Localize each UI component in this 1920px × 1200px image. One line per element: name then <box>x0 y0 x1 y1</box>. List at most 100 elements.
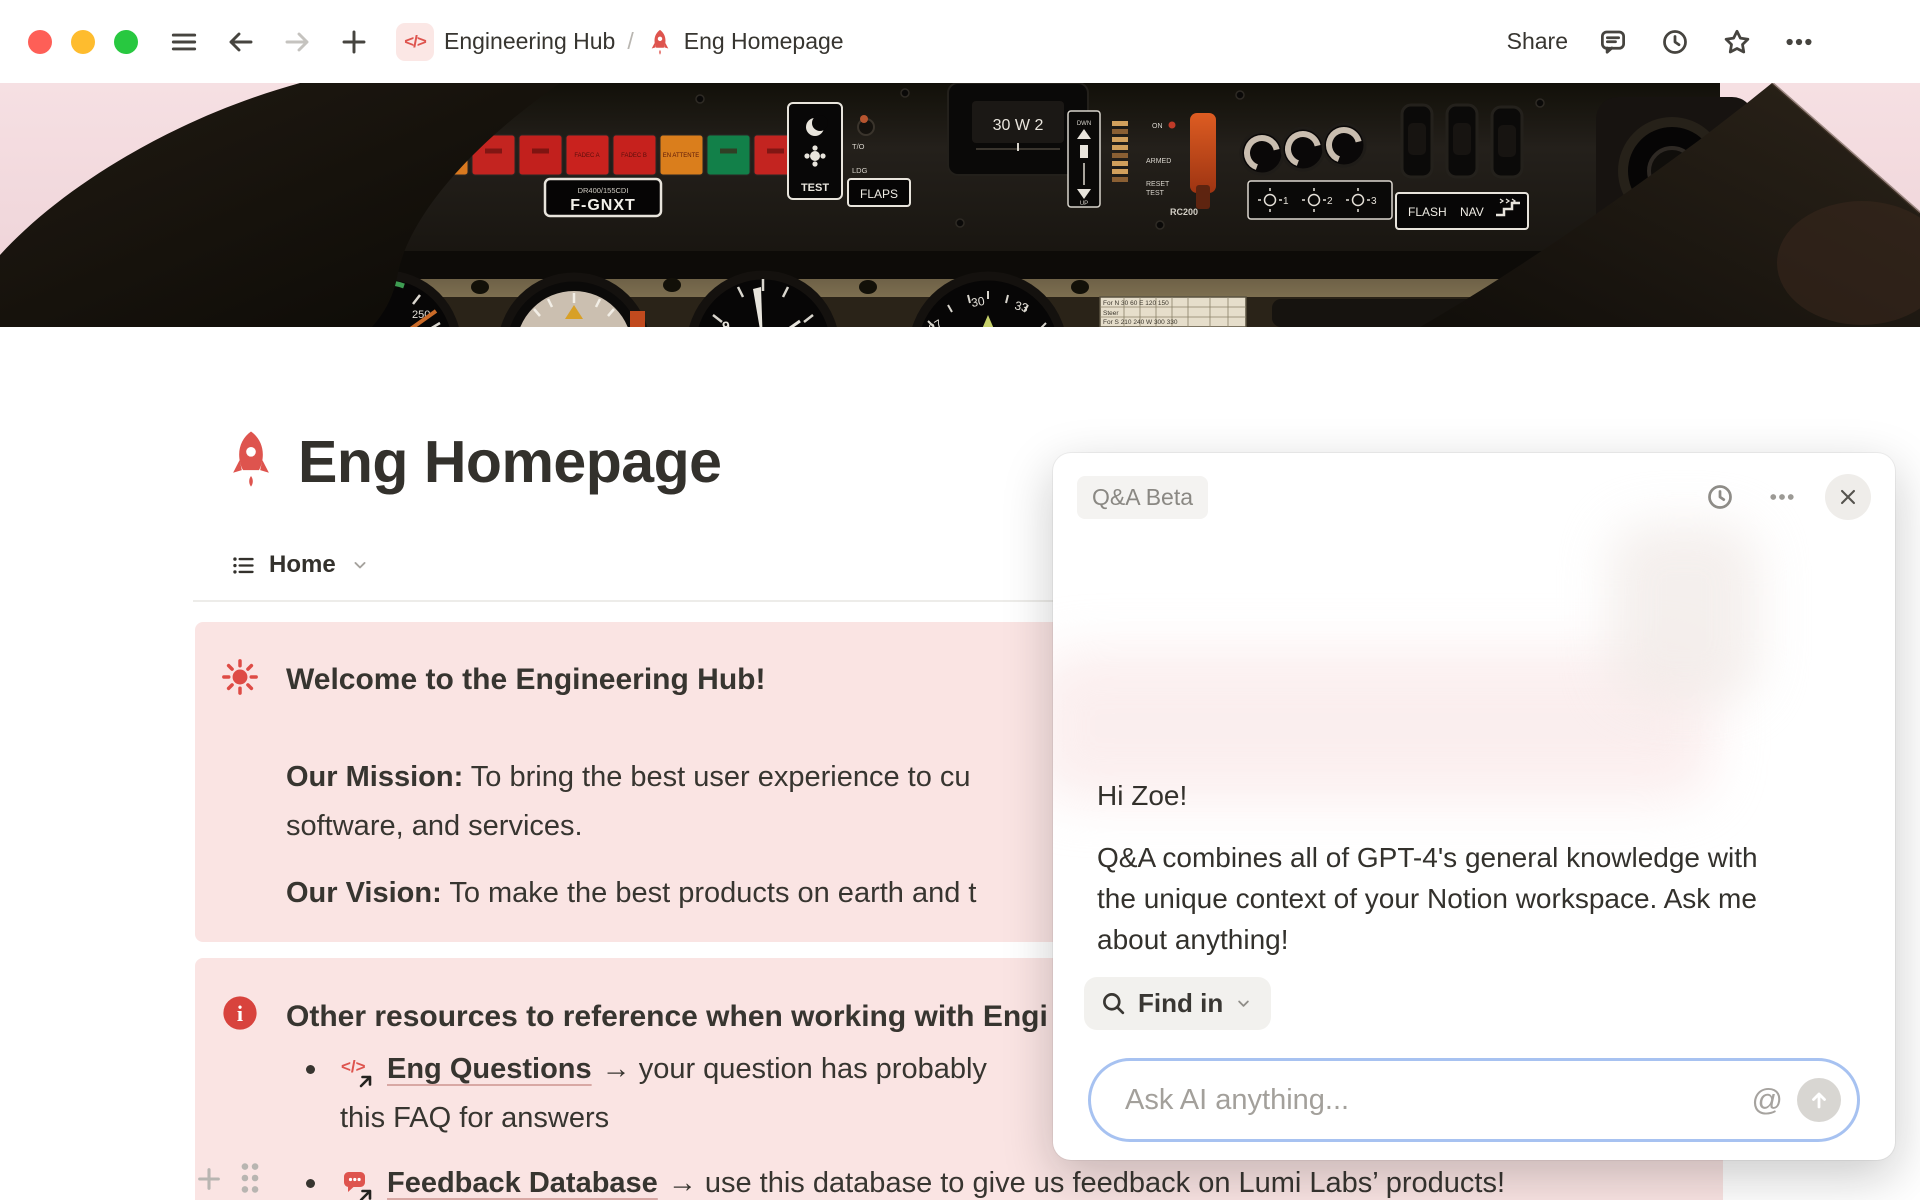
arrow-up-icon <box>1807 1088 1831 1112</box>
find-in-button[interactable]: Find in <box>1084 977 1271 1030</box>
test-panel: TEST <box>788 103 842 199</box>
vision-label: Our Vision: <box>286 877 442 909</box>
qa-more-button[interactable] <box>1763 478 1801 516</box>
back-button[interactable] <box>221 22 261 62</box>
page-rocket-icon[interactable] <box>222 427 280 493</box>
drag-block-handle[interactable] <box>237 1159 263 1197</box>
mention-button[interactable]: @ <box>1752 1082 1783 1118</box>
svg-text:FADEC A: FADEC A <box>574 153 599 159</box>
breadcrumb-parent[interactable]: Engineering Hub <box>444 28 615 55</box>
sun-icon <box>221 658 259 696</box>
more-options-button[interactable] <box>1782 25 1816 59</box>
topbar: </> Engineering Hub / Eng Homepage Share <box>0 0 1920 83</box>
svg-text:9: 9 <box>722 318 730 327</box>
feedback-database-link[interactable]: Feedback Database <box>387 1159 658 1200</box>
svg-text:1: 1 <box>1283 196 1289 207</box>
ask-ai-input[interactable] <box>1125 1084 1752 1117</box>
window-controls <box>28 30 138 54</box>
bullet2-text: → use this database to give us feedback … <box>668 1159 1505 1200</box>
svg-text:For S 210 240 W 300 330: For S 210 240 W 300 330 <box>1103 319 1178 326</box>
topbar-actions: Share <box>1507 25 1816 59</box>
new-tab-button[interactable] <box>334 22 374 62</box>
add-block-button[interactable] <box>193 1163 225 1195</box>
minimize-window-button[interactable] <box>71 30 95 54</box>
qa-history-button[interactable] <box>1701 478 1739 516</box>
frosted-blur <box>1609 523 1759 703</box>
fullscreen-window-button[interactable] <box>114 30 138 54</box>
qa-close-button[interactable] <box>1825 474 1871 520</box>
svg-text:ON: ON <box>1152 123 1163 130</box>
breadcrumb-separator: / <box>627 28 633 55</box>
page-header: Eng Homepage <box>222 427 721 493</box>
close-icon <box>1837 486 1859 508</box>
svg-text:30 W 2: 30 W 2 <box>993 117 1044 134</box>
search-icon <box>1100 990 1127 1017</box>
flash-nav-plate: FLASH NAV <box>1396 193 1528 229</box>
history-button[interactable] <box>1658 25 1692 59</box>
bullet-dot <box>306 1179 315 1188</box>
svg-text:UP: UP <box>1080 201 1088 207</box>
qa-greeting: Hi Zoe! <box>1097 775 1187 817</box>
find-in-label: Find in <box>1138 988 1223 1019</box>
code-link-icon: </> <box>341 1055 375 1089</box>
svg-text:3: 3 <box>1371 196 1377 207</box>
close-window-button[interactable] <box>28 30 52 54</box>
feedback-link-icon <box>341 1169 375 1200</box>
svg-text:RESET: RESET <box>1146 181 1170 188</box>
svg-text:TEST: TEST <box>1146 190 1165 197</box>
compass-instrument: 30 W 2 <box>948 83 1088 175</box>
mission-text: To bring the best user experience to cu <box>471 761 971 793</box>
ellipsis-icon <box>1767 482 1797 512</box>
share-button[interactable]: Share <box>1507 28 1568 55</box>
list-item: Feedback Database → use this database to… <box>286 1159 1695 1200</box>
view-tab-label: Home <box>269 551 336 579</box>
svg-text:RC200: RC200 <box>1170 207 1198 217</box>
arrow-right-icon <box>281 26 313 58</box>
breadcrumb-current[interactable]: Eng Homepage <box>684 28 844 55</box>
svg-text:For N 30 60 E 120 150: For N 30 60 E 120 150 <box>1103 300 1169 307</box>
bullet1-text: → your question has probably <box>602 1045 987 1094</box>
svg-text:DR400/155CDI: DR400/155CDI <box>578 186 629 195</box>
clock-icon <box>1660 27 1690 57</box>
comment-icon <box>1598 27 1628 57</box>
svg-text:TEST: TEST <box>801 182 829 194</box>
vision-text: To make the best products on earth and t <box>449 877 976 909</box>
svg-text:30: 30 <box>970 294 986 310</box>
svg-text:Steer: Steer <box>1103 310 1119 317</box>
svg-text:2: 2 <box>1327 196 1333 207</box>
forward-button[interactable] <box>277 22 317 62</box>
ask-ai-input-container: @ <box>1088 1058 1860 1142</box>
trim-panel: DWN UP <box>1068 111 1100 207</box>
light-switch-panel: 1 2 3 <box>1248 181 1392 219</box>
clock-icon <box>1705 482 1735 512</box>
svg-text:ARMED: ARMED <box>1146 158 1171 165</box>
send-button[interactable] <box>1797 1078 1841 1122</box>
page-title[interactable]: Eng Homepage <box>298 431 721 493</box>
code-icon[interactable]: </> <box>396 23 434 61</box>
registration-plate: DR400/155CDI F-GNXT <box>545 179 661 216</box>
knobs <box>1241 124 1365 174</box>
eng-questions-link[interactable]: Eng Questions <box>387 1045 592 1094</box>
page-cover-image: 30 W 2 ALERTE CRD FADEC A FADEC B EN ATT… <box>0 83 1920 327</box>
qa-intro-text: Q&A combines all of GPT-4's general know… <box>1097 837 1758 960</box>
arrow-left-icon <box>225 26 257 58</box>
qa-panel-header: Q&A Beta <box>1053 453 1895 541</box>
favorite-button[interactable] <box>1720 25 1754 59</box>
svg-text:</>: </> <box>341 1057 366 1076</box>
svg-text:FLASH: FLASH <box>1408 205 1447 219</box>
svg-text:T/O: T/O <box>852 142 865 151</box>
svg-text:LDG: LDG <box>852 166 868 175</box>
cockpit-photo: 30 W 2 ALERTE CRD FADEC A FADEC B EN ATT… <box>0 83 1920 327</box>
breadcrumb: </> Engineering Hub / Eng Homepage <box>396 23 844 61</box>
hamburger-icon <box>168 26 200 58</box>
plus-icon <box>338 26 370 58</box>
sidebar-menu-button[interactable] <box>164 22 204 62</box>
mission-label: Our Mission: <box>286 761 463 793</box>
svg-text:DWN: DWN <box>1077 121 1091 127</box>
drag-handle-icon <box>237 1159 263 1197</box>
svg-text:FLAPS: FLAPS <box>860 187 898 201</box>
comments-button[interactable] <box>1596 25 1630 59</box>
rocket-icon <box>646 28 674 56</box>
notion-window: </> Engineering Hub / Eng Homepage Share <box>0 0 1920 1200</box>
view-tab-home[interactable]: Home <box>230 551 370 579</box>
